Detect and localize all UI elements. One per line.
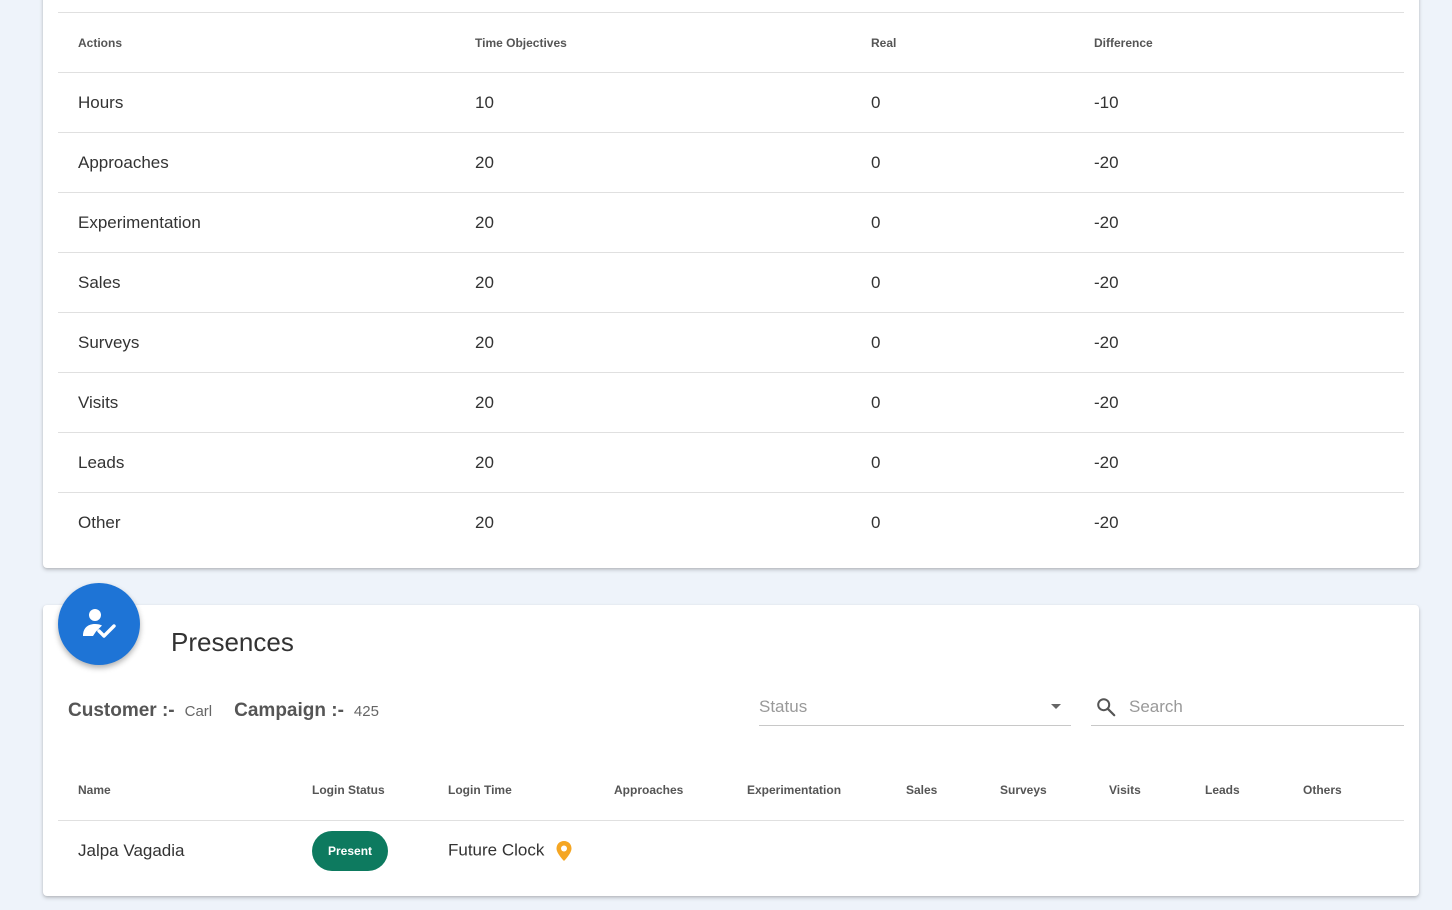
column-header-login-time[interactable]: Login Time [448, 759, 614, 821]
cell-difference: -20 [1094, 192, 1404, 253]
cell-visits [1109, 821, 1205, 882]
presences-card: Presences Customer :- Carl Campaign :- 4… [43, 583, 1419, 896]
cell-sales [906, 821, 1000, 882]
status-placeholder: Status [759, 697, 808, 716]
cell-difference: -20 [1094, 432, 1404, 493]
cell-difference: -20 [1094, 252, 1404, 313]
cell-others [1303, 821, 1404, 882]
cell-objective: 20 [475, 312, 871, 373]
cell-objective: 20 [475, 513, 494, 532]
column-header-leads[interactable]: Leads [1205, 759, 1303, 821]
column-header-name[interactable]: Name [58, 759, 312, 821]
cell-action: Visits [58, 372, 475, 433]
column-header-time-objectives[interactable]: Time Objectives [475, 12, 871, 73]
cell-objective: 20 [475, 192, 871, 253]
table-row: Surveys 20 0 -20 [58, 312, 1404, 373]
cell-name: Jalpa Vagadia [78, 841, 185, 860]
cell-difference: -20 [1094, 513, 1119, 532]
table-row: Sales 20 0 -20 [58, 252, 1404, 313]
status-badge: Present [312, 831, 389, 871]
campaign-label: Campaign :- [234, 700, 344, 721]
cell-objective: 20 [475, 132, 871, 193]
section-title: Presences [171, 627, 294, 657]
cell-real: 0 [871, 132, 1094, 193]
cell-objective: 20 [475, 252, 871, 313]
cell-action: Hours [58, 72, 475, 133]
search-field[interactable] [1091, 689, 1404, 726]
person-check-icon [58, 583, 140, 665]
cell-login-status: Present [312, 821, 448, 882]
table-row: Other 20 0 -20 [58, 493, 1404, 554]
column-header-actions[interactable]: Actions [58, 12, 475, 73]
cell-real: 0 [871, 192, 1094, 253]
cell-surveys [1000, 821, 1109, 882]
caret-down-icon[interactable] [1051, 704, 1061, 709]
cell-real: 0 [871, 513, 881, 532]
cell-objective: 20 [475, 372, 871, 433]
table-row: Leads 20 0 -20 [58, 432, 1404, 493]
status-select[interactable]: Status [759, 689, 1071, 726]
table-row: Approaches 20 0 -20 [58, 132, 1404, 193]
cell-approaches [614, 821, 747, 882]
table-row: Visits 20 0 -20 [58, 372, 1404, 433]
cell-real: 0 [871, 252, 1094, 313]
cell-login-time: Future Clock [448, 821, 614, 882]
cell-action: Surveys [58, 312, 475, 373]
cell-action: Other [78, 513, 121, 532]
cell-leads [1205, 821, 1303, 882]
column-header-real[interactable]: Real [871, 12, 1094, 73]
cell-difference: -10 [1094, 72, 1404, 133]
cell-objective: 20 [475, 432, 871, 493]
column-header-surveys[interactable]: Surveys [1000, 759, 1109, 821]
table-row: Experimentation 20 0 -20 [58, 192, 1404, 253]
cell-action: Leads [58, 432, 475, 493]
cell-difference: -20 [1094, 132, 1404, 193]
customer-value: Carl [184, 702, 213, 720]
cell-difference: -20 [1094, 312, 1404, 373]
cell-experimentation [747, 821, 906, 882]
cell-action: Experimentation [58, 192, 475, 253]
column-header-experimentation[interactable]: Experimentation [747, 759, 906, 821]
column-header-visits[interactable]: Visits [1109, 759, 1205, 821]
cell-difference: -20 [1094, 372, 1404, 433]
column-header-others[interactable]: Others [1303, 759, 1404, 821]
cell-real: 0 [871, 372, 1094, 433]
cell-action: Approaches [58, 132, 475, 193]
search-icon [1097, 698, 1116, 717]
cell-real: 0 [871, 432, 1094, 493]
search-input[interactable] [1127, 696, 1391, 718]
cell-action: Sales [58, 252, 475, 313]
table-header-row: Name Login Status Login Time Approaches … [58, 759, 1404, 821]
objectives-table: Actions Time Objectives Real Difference … [58, 12, 1404, 553]
column-header-difference[interactable]: Difference [1094, 12, 1404, 73]
campaign-value: 425 [353, 702, 379, 720]
table-row: Hours 10 0 -10 [58, 72, 1404, 133]
cell-objective: 10 [475, 72, 871, 133]
presences-table: Name Login Status Login Time Approaches … [58, 759, 1404, 881]
location-pin-icon[interactable] [555, 840, 573, 862]
objectives-card: Actions Time Objectives Real Difference … [43, 0, 1419, 568]
column-header-sales[interactable]: Sales [906, 759, 1000, 821]
filter-summary: Customer :- Carl Campaign :- 425 [68, 700, 401, 722]
table-row: Jalpa Vagadia Present Future Clock [58, 821, 1404, 882]
column-header-login-status[interactable]: Login Status [312, 759, 448, 821]
cell-real: 0 [871, 312, 1094, 373]
customer-label: Customer :- [68, 700, 175, 721]
login-time-value: Future Clock [448, 840, 545, 860]
cell-real: 0 [871, 72, 1094, 133]
table-header-row: Actions Time Objectives Real Difference [58, 12, 1404, 73]
column-header-approaches[interactable]: Approaches [614, 759, 747, 821]
